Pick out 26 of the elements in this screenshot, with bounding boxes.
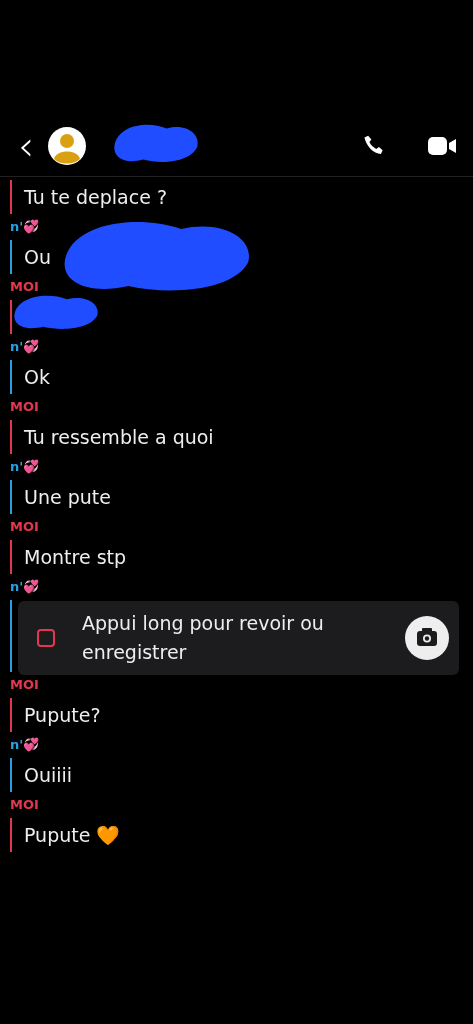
message-text: Ouiiii [23, 764, 73, 786]
message-text: Montre stp [23, 546, 127, 568]
opened-snap-icon [36, 628, 56, 648]
sender-name: n'💞 [10, 218, 40, 236]
message-text: Tu ressemble a quoi [23, 426, 214, 448]
back-button[interactable]: ‹ [18, 126, 34, 166]
message-text: Une pute [23, 486, 111, 508]
sender-name: n'💞 [10, 578, 40, 596]
message-text: Ok [23, 366, 50, 388]
sender-name: MOI [10, 676, 39, 694]
snap-hint: Appui long pour revoir ou enregistrer [82, 611, 325, 665]
video-call-icon[interactable] [427, 135, 457, 157]
message-text: Ou [23, 246, 51, 268]
sender-name: MOI [10, 398, 39, 416]
sender-name: n'💞 [10, 458, 40, 476]
message-text: Tu te deplace ? [23, 186, 167, 208]
sender-name: n'💞 [10, 736, 40, 754]
sender-name: n'💞 [10, 338, 40, 356]
message-text: Pupute? [23, 704, 101, 726]
sender-name: MOI [10, 518, 39, 536]
sender-name: MOI [10, 796, 39, 814]
sender-name: MOI [10, 278, 39, 296]
snap-message[interactable]: Appui long pour revoir ou enregistrer [18, 601, 459, 675]
message-text: Pupute 🧡 [23, 823, 121, 847]
avatar-icon[interactable] [48, 127, 86, 165]
camera-icon[interactable] [405, 616, 449, 660]
